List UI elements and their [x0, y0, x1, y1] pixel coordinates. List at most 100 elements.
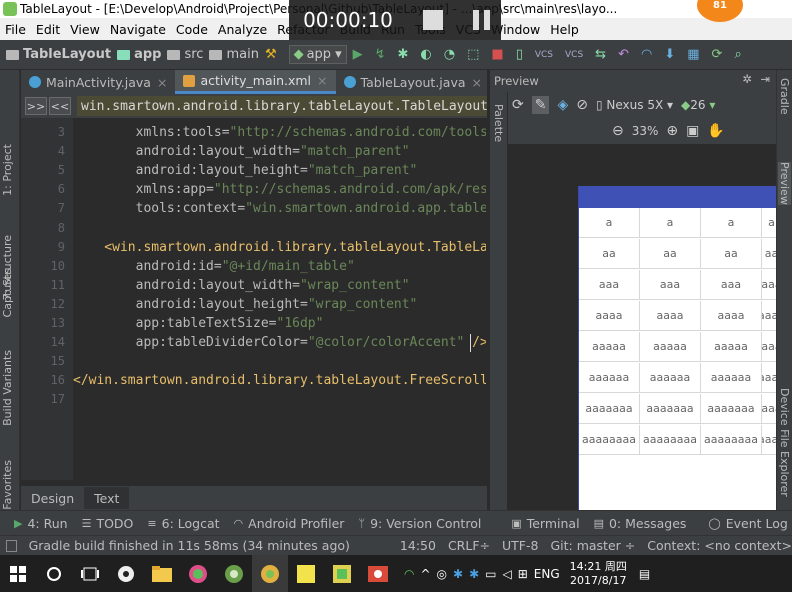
- stop-run-icon[interactable]: ■: [491, 47, 503, 62]
- nav-module[interactable]: app: [117, 47, 161, 62]
- tab-tablelayout[interactable]: TableLayout.java ×: [336, 70, 490, 94]
- code-editor[interactable]: xmlns:tools="http://schemas.android.com/…: [73, 118, 486, 480]
- pinwheel-app-icon[interactable]: [108, 555, 144, 592]
- tool-window-9-version-control[interactable]: ᛘ 9: Version Control: [358, 516, 481, 531]
- volume-icon[interactable]: ◁: [503, 567, 512, 581]
- expand-button[interactable]: >>: [25, 97, 47, 115]
- favorites-tab[interactable]: Favorites: [1, 460, 14, 510]
- cortana-icon[interactable]: [36, 555, 72, 592]
- tab-text[interactable]: Text: [84, 487, 130, 509]
- orientation-icon[interactable]: ⊘: [576, 97, 588, 113]
- gradle-tab[interactable]: Gradle: [778, 78, 791, 115]
- design-mode-icon[interactable]: ✎: [531, 96, 550, 114]
- wifi-icon[interactable]: ◠: [404, 567, 414, 581]
- nav-project[interactable]: TableLayout: [6, 47, 111, 62]
- menu-item-help[interactable]: Help: [545, 22, 584, 37]
- captures-tab[interactable]: Captures: [1, 268, 14, 317]
- collapse-button[interactable]: <<: [49, 97, 71, 115]
- avd-icon[interactable]: ▯: [516, 47, 523, 62]
- debug-icon[interactable]: ✱: [398, 47, 409, 62]
- project-tab[interactable]: 1: Project: [1, 144, 14, 196]
- profile-icon[interactable]: ◔: [444, 47, 455, 62]
- menu-item-analyze[interactable]: Analyze: [213, 22, 272, 37]
- tool-window-terminal[interactable]: ▣ Terminal: [511, 516, 579, 531]
- line-separator[interactable]: CRLF÷: [448, 538, 490, 553]
- tool-window-0-messages[interactable]: ▤ 0: Messages: [594, 516, 687, 531]
- sync-icon[interactable]: ⟳: [712, 47, 723, 62]
- code-line[interactable]: android:layout_width="wrap_content": [73, 278, 410, 293]
- stop-icon[interactable]: [423, 10, 443, 30]
- project-structure-icon[interactable]: ▦: [687, 47, 699, 62]
- ime-icon[interactable]: ⊞: [518, 567, 528, 581]
- tool-window-android-profiler[interactable]: ◠ Android Profiler: [234, 516, 345, 531]
- git-branch[interactable]: Git: master ÷: [550, 538, 635, 553]
- file-encoding[interactable]: UTF-8: [502, 538, 538, 553]
- gear-icon[interactable]: ✲: [742, 72, 752, 86]
- android-studio-taskbar-icon[interactable]: [216, 555, 252, 592]
- clock[interactable]: 14:21 周四 2017/8/17: [570, 560, 627, 588]
- sticky-notes-icon[interactable]: [288, 555, 324, 592]
- revert-icon[interactable]: ↶: [618, 47, 629, 62]
- menu-item-navigate[interactable]: Navigate: [105, 22, 171, 37]
- tab-design[interactable]: Design: [21, 487, 84, 509]
- close-icon[interactable]: ×: [472, 75, 482, 90]
- close-icon[interactable]: ×: [317, 73, 327, 88]
- code-line[interactable]: xmlns:app="http://schemas.android.com/ap…: [73, 182, 486, 197]
- zoom-out-icon[interactable]: ⊖: [612, 123, 624, 139]
- file-explorer-icon[interactable]: [144, 555, 180, 592]
- tray-app-icon[interactable]: ✱: [453, 567, 463, 581]
- fit-screen-icon[interactable]: ▣: [686, 123, 699, 139]
- hide-icon[interactable]: ⇥: [760, 72, 770, 86]
- language-indicator[interactable]: ENG: [534, 567, 560, 581]
- caret-position[interactable]: 14:50: [400, 538, 436, 553]
- zoom-in-icon[interactable]: ⊕: [666, 123, 678, 139]
- sdk-manager-icon[interactable]: ⬇: [664, 47, 675, 62]
- tab-activity-main[interactable]: activity_main.xml ×: [175, 70, 336, 94]
- profiler-icon[interactable]: ◠: [641, 47, 652, 62]
- run-icon[interactable]: ▶: [353, 47, 363, 62]
- code-line[interactable]: <win.smartown.android.library.tableLayou…: [73, 240, 486, 255]
- preview-tab[interactable]: Preview: [778, 162, 791, 205]
- run-config-select[interactable]: ◆ app ▾: [288, 45, 347, 64]
- nav-main[interactable]: main: [209, 47, 259, 62]
- sync-tray-icon[interactable]: ◎: [437, 567, 447, 581]
- code-line[interactable]: app:tableTextSize="16dp": [73, 316, 324, 331]
- coverage-icon[interactable]: ◐: [420, 47, 431, 62]
- code-line[interactable]: android:id="@+id/main_table": [73, 259, 355, 274]
- chevron-up-icon[interactable]: ^: [420, 567, 430, 581]
- palette-tab[interactable]: Palette: [492, 104, 505, 142]
- code-line[interactable]: android:layout_height="match_parent": [73, 163, 418, 178]
- tool-windows-icon[interactable]: [6, 539, 17, 552]
- build-variants-tab[interactable]: Build Variants: [1, 350, 14, 426]
- color-app-icon[interactable]: [180, 555, 216, 592]
- vcs-compare-icon[interactable]: ⇆: [595, 47, 606, 62]
- code-line[interactable]: android:layout_height="wrap_content": [73, 297, 418, 312]
- nav-src[interactable]: src: [167, 47, 203, 62]
- code-line[interactable]: app:tableDividerColor="@color/colorAccen…: [73, 335, 486, 350]
- tool-window-todo[interactable]: ☰ TODO: [82, 516, 134, 531]
- android-studio-active-icon[interactable]: [252, 555, 288, 592]
- menu-item-edit[interactable]: Edit: [31, 22, 65, 37]
- tool-window-event-log[interactable]: ◯ Event Log: [708, 516, 787, 531]
- menu-item-file[interactable]: File: [0, 22, 31, 37]
- task-view-icon[interactable]: [72, 555, 108, 592]
- code-line[interactable]: android:layout_width="match_parent": [73, 144, 410, 159]
- notifications-icon[interactable]: ▤: [639, 567, 650, 581]
- vcs-commit-icon[interactable]: VCS: [565, 50, 583, 60]
- vcs-update-icon[interactable]: VCS: [535, 50, 553, 60]
- pan-icon[interactable]: ✋: [707, 123, 724, 139]
- context-info[interactable]: Context: <no context>: [647, 538, 792, 553]
- breadcrumb[interactable]: win.smartown.android.library.tableLayout…: [77, 96, 487, 116]
- refresh-icon[interactable]: ⟳: [512, 97, 524, 113]
- recorder-taskbar-icon[interactable]: [360, 555, 396, 592]
- device-file-explorer-tab[interactable]: Device File Explorer: [778, 388, 791, 497]
- hammer-icon[interactable]: ⚒: [265, 47, 277, 62]
- preview-canvas[interactable]: a a a a aa aa aa a aaa aaa aaa aa aaaa aaaa aaaa a aaaaa…: [508, 144, 776, 512]
- api-select[interactable]: ◆26 ▾: [681, 98, 715, 112]
- pause-icon[interactable]: [473, 10, 490, 30]
- layers-icon[interactable]: ◈: [557, 97, 568, 113]
- tray-app-icon-2[interactable]: ✱: [469, 567, 479, 581]
- code-line[interactable]: tools:context="win.smartown.android.app.…: [73, 201, 486, 216]
- network-icon[interactable]: ▭: [485, 567, 496, 581]
- tool-window-6-logcat[interactable]: ≡ 6: Logcat: [147, 516, 219, 531]
